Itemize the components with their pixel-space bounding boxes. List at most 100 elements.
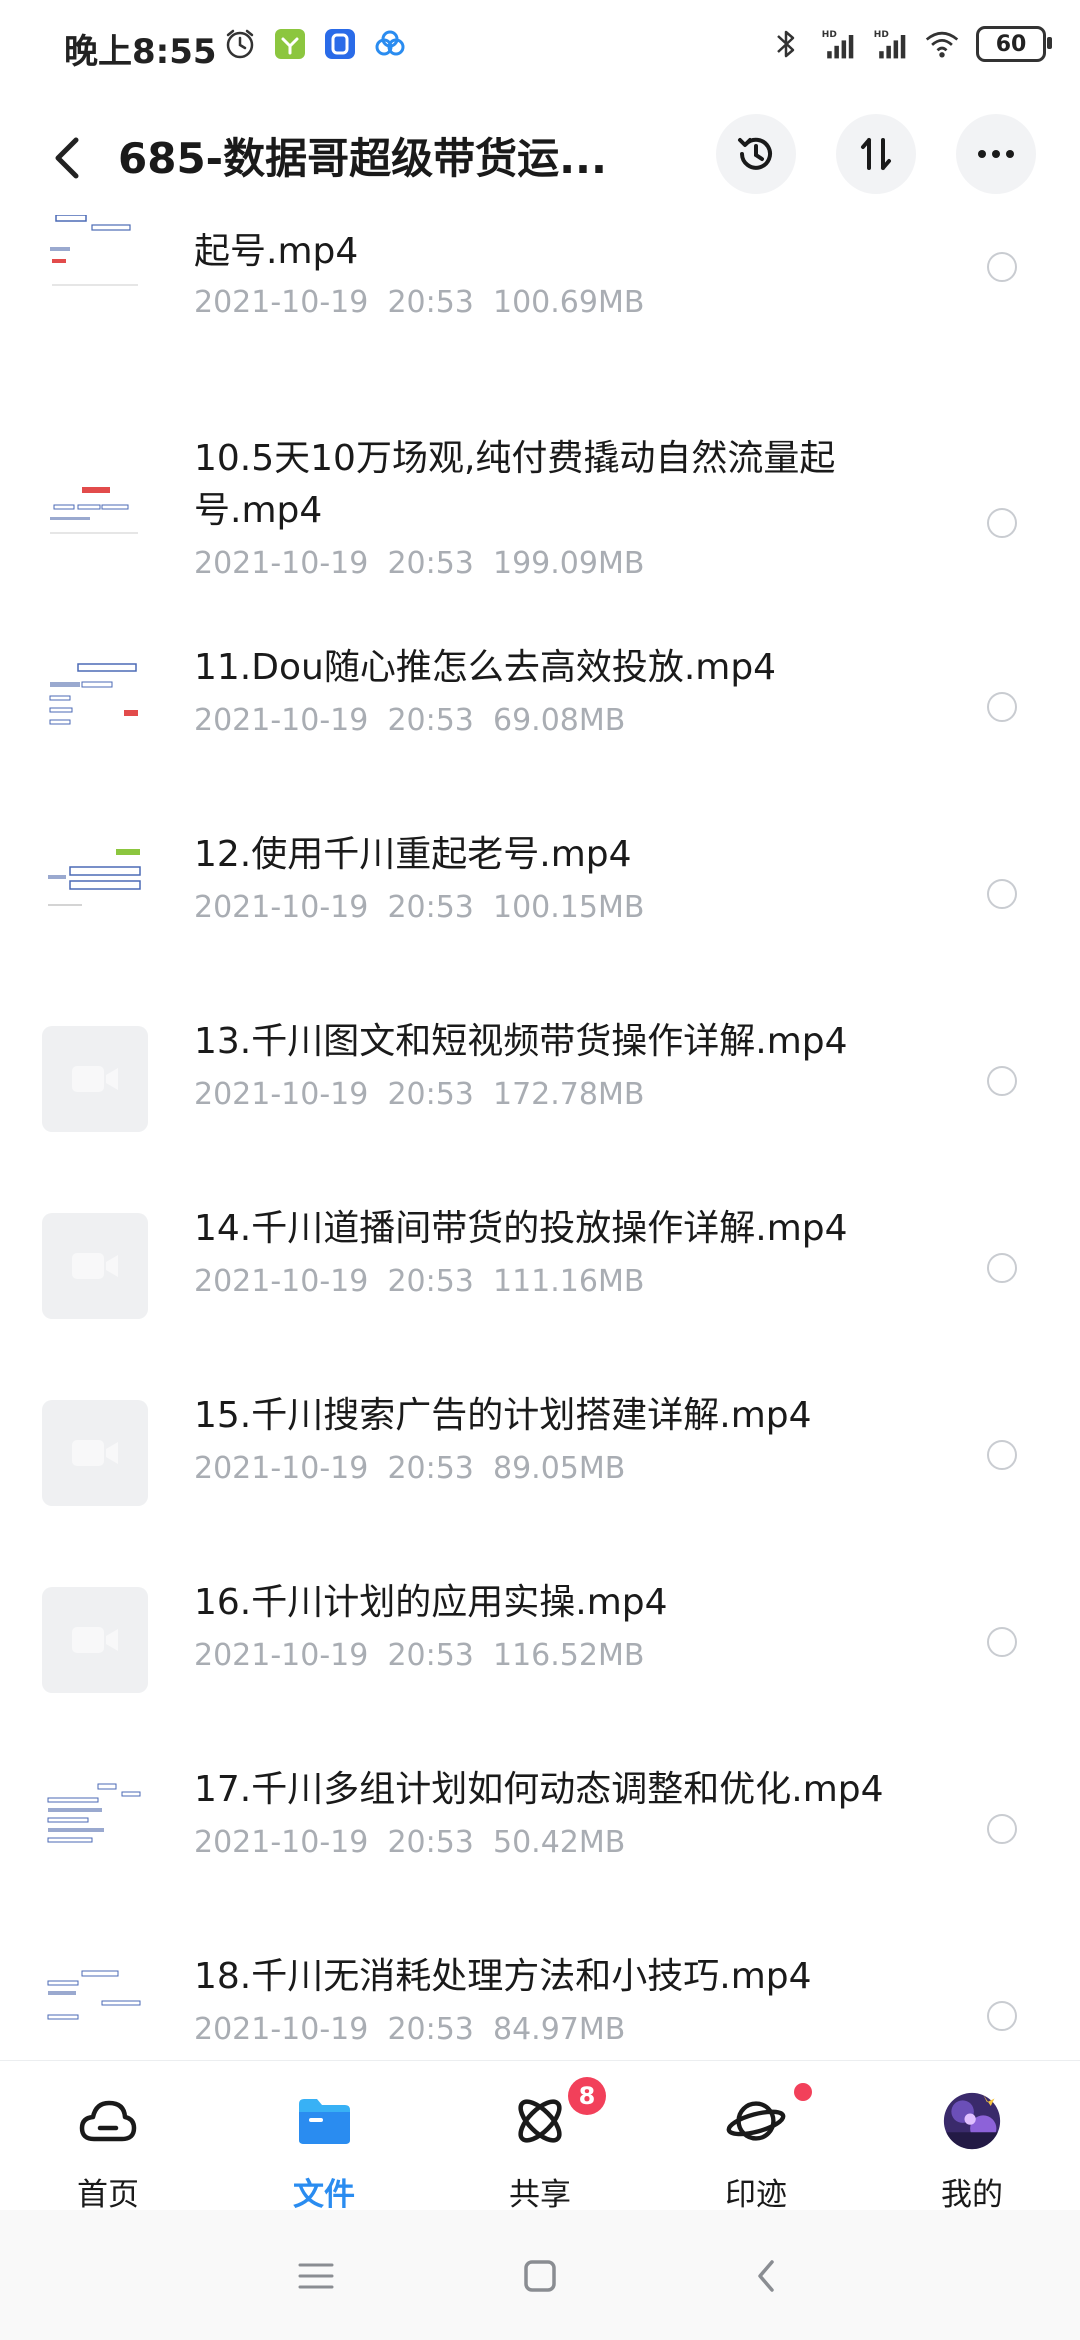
tab-home-label: 首页 — [77, 2177, 139, 2213]
wifi-icon — [924, 26, 960, 62]
file-name: 18.千川无消耗处理方法和小技巧.mp4 — [194, 1956, 812, 1997]
home-button[interactable] — [512, 2248, 568, 2304]
history-button[interactable] — [716, 114, 796, 194]
tab-share-label: 共享 — [509, 2177, 571, 2213]
back-button[interactable] — [42, 128, 92, 188]
list-item[interactable]: 12.使用千川重起老号.mp4 2021-10-19 20:53 100.15M… — [0, 799, 1080, 986]
list-item[interactable]: 18.千川无消耗处理方法和小技巧.mp4 2021-10-19 20:53 84… — [0, 1921, 1080, 2060]
file-list[interactable]: 9.5天10万场观,新版无套路平播制造精准停留起号.mp4 2021-10-19… — [0, 215, 1080, 2060]
tab-footprint-label: 印迹 — [725, 2177, 787, 2213]
bottom-navigation: 首页 文件 8 共享 印迹 我的 — [0, 2060, 1080, 2213]
select-radio[interactable] — [987, 1440, 1017, 1470]
tab-footprint[interactable]: 印迹 — [648, 2061, 864, 2213]
file-thumbnail — [42, 215, 148, 291]
home-square-icon — [524, 2260, 556, 2292]
file-name: 11.Dou随心推怎么去高效投放.mp4 — [194, 647, 777, 688]
signal-icon: HD — [820, 26, 856, 62]
select-radio[interactable] — [987, 692, 1017, 722]
tab-files-label: 文件 — [293, 2177, 355, 2213]
file-name: 15.千川搜索广告的计划搭建详解.mp4 — [194, 1395, 812, 1436]
sort-button[interactable] — [836, 114, 916, 194]
file-name: 10.5天10万场观,纯付费撬动自然流量起号.mp4 — [194, 438, 836, 531]
file-thumbnail — [42, 1587, 148, 1693]
list-item[interactable]: 17.千川多组计划如何动态调整和优化.mp4 2021-10-19 20:53 … — [0, 1734, 1080, 1921]
list-item[interactable]: 10.5天10万场观,纯付费撬动自然流量起号.mp4 2021-10-19 20… — [0, 425, 1080, 612]
file-meta: 2021-10-19 20:53 89.05MB — [194, 1451, 626, 1486]
file-meta: 2021-10-19 20:53 69.08MB — [194, 703, 626, 738]
list-item[interactable]: 16.千川计划的应用实操.mp4 2021-10-19 20:53 116.52… — [0, 1547, 1080, 1734]
tab-mine-label: 我的 — [941, 2177, 1003, 2213]
select-radio[interactable] — [987, 508, 1017, 538]
footprint-dot-indicator — [794, 2083, 812, 2101]
planet-icon — [726, 2091, 786, 2151]
cloud-home-icon — [78, 2091, 138, 2151]
file-thumbnail — [42, 652, 148, 758]
system-navigation-bar — [0, 2210, 1080, 2340]
select-radio[interactable] — [987, 879, 1017, 909]
file-name: 16.千川计划的应用实操.mp4 — [194, 1582, 668, 1623]
battery-indicator: 60 — [976, 26, 1052, 62]
file-meta: 2021-10-19 20:53 50.42MB — [194, 1825, 626, 1860]
more-icon — [978, 150, 1014, 158]
file-name: 13.千川图文和短视频带货操作详解.mp4 — [194, 1021, 848, 1062]
file-thumbnail — [42, 1961, 148, 2060]
file-meta: 2021-10-19 20:53 84.97MB — [194, 2012, 626, 2047]
file-name: 12.使用千川重起老号.mp4 — [194, 834, 632, 875]
alarm-icon — [222, 26, 258, 62]
more-button[interactable] — [956, 114, 1036, 194]
back-chevron-icon — [758, 2260, 774, 2292]
file-thumbnail — [42, 839, 148, 945]
svg-text:HD: HD — [874, 30, 889, 40]
folder-icon — [294, 2091, 354, 2151]
list-item[interactable]: 14.千川道播间带货的投放操作详解.mp4 2021-10-19 20:53 1… — [0, 1173, 1080, 1360]
svg-text:HD: HD — [822, 30, 837, 40]
menu-icon — [298, 2263, 334, 2289]
video-camera-icon — [72, 1440, 118, 1466]
system-back-button[interactable] — [738, 2248, 794, 2304]
file-thumbnail — [42, 1026, 148, 1132]
menu-button[interactable] — [288, 2248, 344, 2304]
select-radio[interactable] — [987, 1627, 1017, 1657]
list-item[interactable]: 13.千川图文和短视频带货操作详解.mp4 2021-10-19 20:53 1… — [0, 986, 1080, 1173]
file-thumbnail — [42, 453, 148, 559]
file-thumbnail — [42, 1213, 148, 1319]
list-item[interactable]: 11.Dou随心推怎么去高效投放.mp4 2021-10-19 20:53 69… — [0, 612, 1080, 799]
file-name: 17.千川多组计划如何动态调整和优化.mp4 — [194, 1769, 884, 1810]
file-name: 14.千川道播间带货的投放操作详解.mp4 — [194, 1208, 848, 1249]
back-arrow-icon — [55, 137, 79, 179]
select-radio[interactable] — [987, 2001, 1017, 2031]
select-radio[interactable] — [987, 1814, 1017, 1844]
list-item[interactable]: 9.5天10万场观,新版无套路平播制造精准停留起号.mp4 2021-10-19… — [0, 215, 1080, 325]
share-badge: 8 — [568, 2077, 606, 2115]
video-camera-icon — [72, 1253, 118, 1279]
file-name: 9.5天10万场观,新版无套路平播制造精准停留起号.mp4 — [194, 215, 921, 272]
file-meta: 2021-10-19 20:53 100.15MB — [194, 890, 645, 925]
file-meta: 2021-10-19 20:53 199.09MB — [194, 546, 645, 581]
file-thumbnail — [42, 1774, 148, 1880]
status-bar: 晚上8:55 HD HD 60 — [0, 0, 1080, 95]
select-radio[interactable] — [987, 1066, 1017, 1096]
video-camera-icon — [72, 1627, 118, 1653]
signal-icon: HD — [872, 26, 908, 62]
select-radio[interactable] — [987, 252, 1017, 282]
list-item[interactable]: 15.千川搜索广告的计划搭建详解.mp4 2021-10-19 20:53 89… — [0, 1360, 1080, 1547]
file-meta: 2021-10-19 20:53 111.16MB — [194, 1264, 645, 1299]
avatar — [942, 2091, 1002, 2151]
status-notification-icons — [222, 26, 408, 62]
tab-home[interactable]: 首页 — [0, 2061, 216, 2213]
cloud-app-icon — [372, 26, 408, 62]
select-radio[interactable] — [987, 1253, 1017, 1283]
video-camera-icon — [72, 1066, 118, 1092]
tab-share[interactable]: 8 共享 — [432, 2061, 648, 2213]
app-header: 685-数据哥超级带货运... — [0, 95, 1080, 215]
file-meta: 2021-10-19 20:53 100.69MB — [194, 285, 645, 320]
status-system-icons: HD HD 60 — [768, 26, 1052, 62]
bluetooth-icon — [768, 26, 804, 62]
tab-files[interactable]: 文件 — [216, 2061, 432, 2213]
atom-share-icon — [510, 2091, 570, 2151]
app-notification-icon — [272, 26, 308, 62]
sort-icon — [861, 138, 891, 170]
file-meta: 2021-10-19 20:53 116.52MB — [194, 1638, 645, 1673]
history-icon — [738, 137, 772, 170]
tab-mine[interactable]: 我的 — [864, 2061, 1080, 2213]
